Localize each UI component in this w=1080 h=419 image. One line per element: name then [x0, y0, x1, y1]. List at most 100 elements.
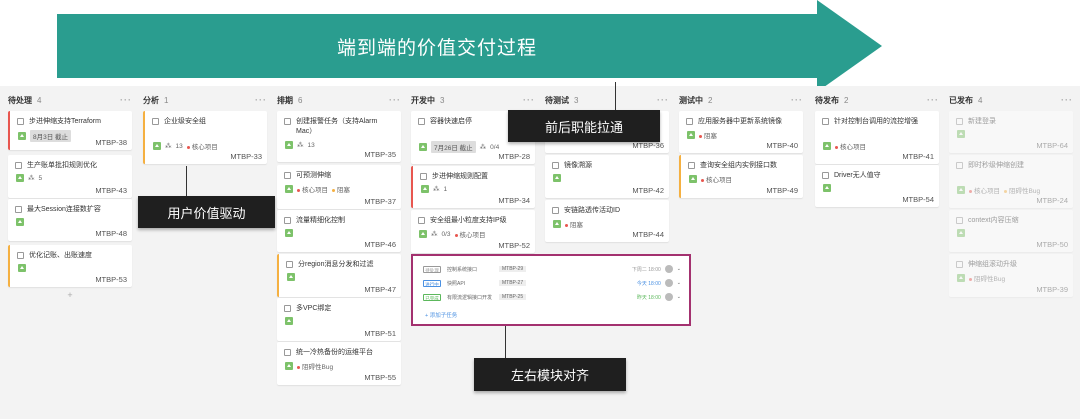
- task-checkbox[interactable]: [284, 217, 291, 224]
- priority-icon: [16, 174, 24, 182]
- task-card[interactable]: 生产账单批扣规则优化 ⁂ 5 MTBP-43: [8, 155, 132, 198]
- task-card[interactable]: 安全组最小粒度支持IP级 ⁂ 0/3 核心项目 MTBP-52: [411, 210, 535, 253]
- task-checkbox[interactable]: [956, 261, 963, 268]
- subtask-row[interactable]: 进行中 快照API MTBP-27 今天 18:00 ⌄: [423, 278, 681, 288]
- task-card[interactable]: 查询安全组内实例接口数 核心项目 MTBP-49: [679, 155, 803, 198]
- task-checkbox[interactable]: [822, 118, 829, 125]
- task-card[interactable]: Driver无人值守 MTBP-54: [815, 165, 939, 207]
- task-card[interactable]: 分region消息分发和过滤 MTBP-47: [277, 254, 401, 297]
- column-count: 3: [574, 95, 579, 105]
- task-card[interactable]: 多VPC绑定 MTBP-51: [277, 298, 401, 341]
- column-more-icon[interactable]: ···: [927, 95, 939, 105]
- task-card[interactable]: 步进伸缩规则配置 ⁂ 1 MTBP-34: [411, 166, 535, 208]
- task-checkbox[interactable]: [152, 118, 159, 125]
- task-checkbox[interactable]: [284, 305, 291, 312]
- task-meta: [957, 229, 965, 237]
- task-card[interactable]: 伸缩组滚动升级 阻碍性Bug MTBP-39: [949, 254, 1073, 297]
- task-title: 创建报警任务（支持Alarm Mac）: [296, 118, 378, 135]
- task-checkbox[interactable]: [552, 162, 559, 169]
- task-code: MTBP-37: [364, 197, 396, 206]
- task-card[interactable]: 针对控制台调用的流控增强 核心项目 MTBP-41: [815, 111, 939, 164]
- task-checkbox[interactable]: [15, 162, 22, 169]
- task-title: 分region消息分发和过滤: [298, 261, 374, 268]
- task-checkbox[interactable]: [284, 349, 291, 356]
- task-checkbox[interactable]: [822, 172, 829, 179]
- task-card[interactable]: 优化记账、出账速度 MTBP-53: [8, 245, 132, 287]
- task-card[interactable]: 即时秒级伸缩创建 核心项目 阻碍性Bug MTBP-24: [949, 155, 1073, 208]
- task-code: MTBP-50: [1036, 240, 1068, 249]
- column-header: 待测试 3 ···: [545, 90, 671, 110]
- due-date-badge: 8月3日 截止: [30, 130, 72, 142]
- task-code: MTBP-39: [1036, 285, 1068, 294]
- column-more-icon[interactable]: ···: [657, 95, 669, 105]
- task-checkbox[interactable]: [686, 118, 693, 125]
- task-card[interactable]: 流量精细化控制 MTBP-46: [277, 210, 401, 252]
- subtask-row[interactable]: 已完成 有限流逻辑接口开发 MTBP-25 昨天 18:00 ⌄: [423, 292, 681, 302]
- task-checkbox[interactable]: [420, 173, 427, 180]
- subtask-count: 1: [443, 185, 448, 193]
- column-more-icon[interactable]: ···: [523, 95, 535, 105]
- column-name: 待发布: [815, 95, 839, 105]
- column-more-icon[interactable]: ···: [791, 95, 803, 105]
- task-card[interactable]: 可预测伸缩 核心项目 阻塞 MTBP-37: [277, 165, 401, 209]
- subtask-status[interactable]: 待处理: [423, 265, 441, 273]
- avatar: [664, 265, 673, 273]
- chevron-down-icon[interactable]: ⌄: [677, 294, 681, 300]
- task-card[interactable]: 最大Session连接数扩容 MTBP-48: [8, 199, 132, 241]
- task-checkbox[interactable]: [956, 118, 963, 125]
- column-more-icon[interactable]: ···: [1061, 95, 1073, 105]
- task-card[interactable]: 新建登录 MTBP-64: [949, 111, 1073, 153]
- task-card[interactable]: 创建报警任务（支持Alarm Mac） ⁂ 13 MTBP-35: [277, 111, 401, 162]
- task-checkbox[interactable]: [17, 252, 24, 259]
- task-checkbox[interactable]: [284, 172, 291, 179]
- tag-label: 核心项目: [969, 185, 1000, 195]
- subtask-icon: ⁂: [297, 142, 304, 149]
- callout-roles: 前后职能拉通: [508, 110, 660, 142]
- callout-pointer: [615, 82, 616, 110]
- task-card[interactable]: 镜像溯源 MTBP-42: [545, 155, 669, 198]
- task-card[interactable]: 安链路透传活动ID 阻塞 MTBP-44: [545, 200, 669, 242]
- priority-icon: [689, 175, 697, 183]
- task-checkbox[interactable]: [956, 162, 963, 169]
- tag-label: 阻塞: [332, 184, 350, 194]
- task-checkbox[interactable]: [956, 217, 963, 224]
- column-more-icon[interactable]: ···: [120, 95, 132, 105]
- column-more-icon[interactable]: ···: [389, 95, 401, 105]
- subtask-count: 0/4: [490, 143, 500, 151]
- column-more-icon[interactable]: ···: [255, 95, 267, 105]
- task-checkbox[interactable]: [418, 118, 425, 125]
- task-card[interactable]: 步进伸缩支持Terraform 8月3日 截止 MTBP-38: [8, 111, 132, 150]
- subtask-row[interactable]: 待处理 控制系统接口 MTBP-29 下周二 18:00 ⌄: [423, 264, 681, 274]
- subtask-code: MTBP-29: [499, 266, 527, 272]
- task-meta: [285, 229, 293, 237]
- task-meta: [285, 317, 293, 325]
- task-checkbox[interactable]: [284, 118, 291, 125]
- task-meta: 核心项目 阻碍性Bug: [957, 185, 1040, 195]
- column-header: 测试中 2 ···: [679, 90, 805, 110]
- chevron-down-icon[interactable]: ⌄: [677, 266, 681, 272]
- task-checkbox[interactable]: [552, 207, 559, 214]
- column-header: 排期 6 ···: [277, 90, 403, 110]
- column-header: 开发中 3 ···: [411, 90, 537, 110]
- column-count: 2: [708, 95, 713, 105]
- task-checkbox[interactable]: [286, 261, 293, 268]
- task-code: MTBP-43: [95, 186, 127, 195]
- add-subtask-link[interactable]: + 添加子任务: [425, 311, 457, 319]
- task-code: MTBP-52: [498, 241, 530, 250]
- subtask-status[interactable]: 进行中: [423, 279, 441, 287]
- task-checkbox[interactable]: [688, 162, 695, 169]
- task-card[interactable]: 应用服务器中更新系统镜像 阻塞 MTBP-40: [679, 111, 803, 153]
- task-checkbox[interactable]: [418, 217, 425, 224]
- task-card[interactable]: context内容压缩 MTBP-50: [949, 210, 1073, 252]
- column-count: 1: [164, 95, 169, 105]
- task-checkbox[interactable]: [17, 118, 24, 125]
- priority-icon: [823, 184, 831, 192]
- subtask-code: MTBP-25: [499, 294, 527, 300]
- subtask-status[interactable]: 已完成: [423, 293, 441, 301]
- task-card[interactable]: 统一冷热备份的运维平台 阻碍性Bug MTBP-55: [277, 342, 401, 385]
- task-checkbox[interactable]: [15, 206, 22, 213]
- chevron-down-icon[interactable]: ⌄: [677, 280, 681, 286]
- task-card[interactable]: 企业级安全组 ⁂ 13 核心项目 MTBP-33: [143, 111, 267, 164]
- add-card-button[interactable]: +: [8, 290, 132, 300]
- banner-title: 端到端的价值交付过程: [336, 38, 537, 59]
